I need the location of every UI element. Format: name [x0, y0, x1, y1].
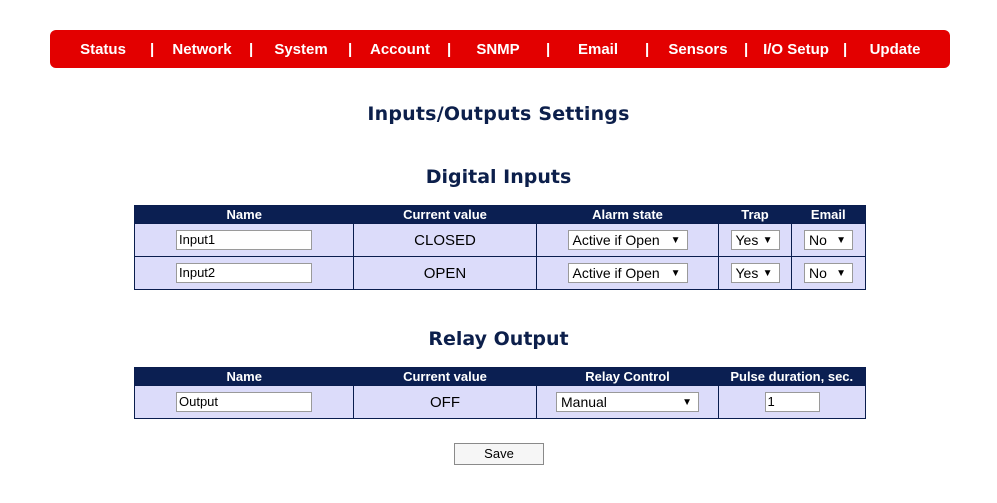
- nav-system[interactable]: System: [266, 30, 336, 68]
- column-header: Current value: [353, 205, 537, 224]
- column-header: Name: [134, 367, 354, 386]
- table-row: Input1 CLOSED Active if Open ▼ Yes ▼ No …: [134, 223, 866, 257]
- column-header: Trap: [718, 205, 792, 224]
- pulse-duration-cell: 1: [718, 385, 866, 419]
- nav-sensors[interactable]: Sensors: [662, 30, 734, 68]
- relay-control-cell: Manual ▼: [536, 385, 719, 419]
- alarm-state-cell: Active if Open ▼: [536, 256, 719, 290]
- name-cell: Output: [134, 385, 354, 419]
- trap-cell: Yes ▼: [718, 256, 792, 290]
- column-header: Pulse duration, sec.: [718, 367, 866, 386]
- alarm-state-cell: Active if Open ▼: [536, 223, 719, 257]
- dropdown-arrow-icon: ▼: [762, 235, 773, 246]
- email-cell: No ▼: [791, 223, 866, 257]
- nav-separator: |: [645, 41, 650, 58]
- dropdown-arrow-icon: ▼: [836, 235, 846, 246]
- email-value: No: [809, 265, 827, 281]
- input-name-field[interactable]: Input2: [176, 263, 312, 283]
- email-value: No: [809, 232, 827, 248]
- name-cell: Input1: [134, 223, 354, 257]
- relay-control-select[interactable]: Manual ▼: [556, 392, 699, 412]
- nav-update[interactable]: Update: [862, 30, 928, 68]
- trap-select[interactable]: Yes ▼: [730, 230, 780, 250]
- output-name-field[interactable]: Output: [176, 392, 312, 412]
- nav-network[interactable]: Network: [166, 30, 238, 68]
- relay-output-title: Relay Output: [428, 328, 569, 350]
- alarm-state-select[interactable]: Active if Open ▼: [567, 263, 688, 283]
- alarm-state-select[interactable]: Active if Open ▼: [567, 230, 688, 250]
- alarm-state-value: Active if Open: [572, 232, 660, 248]
- nav-separator: |: [249, 41, 254, 58]
- nav-status[interactable]: Status: [72, 30, 134, 68]
- table-row: Input2 OPEN Active if Open ▼ Yes ▼ No ▼: [134, 256, 866, 290]
- table-header-row: Name Current value Relay Control Pulse d…: [134, 367, 866, 386]
- dropdown-arrow-icon: ▼: [762, 268, 773, 279]
- nav-account[interactable]: Account: [364, 30, 436, 68]
- email-select[interactable]: No ▼: [804, 230, 853, 250]
- page-title: Inputs/Outputs Settings: [367, 103, 630, 125]
- email-cell: No ▼: [791, 256, 866, 290]
- nav-io-setup[interactable]: I/O Setup: [756, 30, 836, 68]
- name-cell: Input2: [134, 256, 354, 290]
- relay-output-table: Name Current value Relay Control Pulse d…: [134, 367, 866, 419]
- current-value-cell: OPEN: [353, 256, 537, 290]
- trap-cell: Yes ▼: [718, 223, 792, 257]
- nav-separator: |: [843, 41, 848, 58]
- digital-inputs-title: Digital Inputs: [425, 166, 572, 188]
- save-button[interactable]: Save: [454, 443, 544, 465]
- pulse-duration-field[interactable]: 1: [764, 392, 820, 412]
- column-header: Alarm state: [536, 205, 719, 224]
- nav-separator: |: [744, 41, 749, 58]
- dropdown-arrow-icon: ▼: [670, 268, 681, 279]
- relay-control-value: Manual: [561, 394, 607, 410]
- alarm-state-value: Active if Open: [572, 265, 660, 281]
- table-row: Output OFF Manual ▼ 1: [134, 385, 866, 419]
- input-name-field[interactable]: Input1: [176, 230, 312, 250]
- dropdown-arrow-icon: ▼: [836, 268, 846, 279]
- nav-separator: |: [447, 41, 452, 58]
- trap-value: Yes: [735, 265, 759, 281]
- column-header: Email: [791, 205, 866, 224]
- dropdown-arrow-icon: ▼: [682, 397, 692, 408]
- column-header: Current value: [353, 367, 537, 386]
- main-nav: Status | Network | System | Account | SN…: [50, 30, 950, 68]
- nav-separator: |: [348, 41, 353, 58]
- nav-separator: |: [546, 41, 551, 58]
- digital-inputs-table: Name Current value Alarm state Trap Emai…: [134, 205, 866, 290]
- column-header: Relay Control: [536, 367, 719, 386]
- current-value-cell: CLOSED: [353, 223, 537, 257]
- current-value-cell: OFF: [353, 385, 537, 419]
- column-header: Name: [134, 205, 354, 224]
- table-header-row: Name Current value Alarm state Trap Emai…: [134, 205, 866, 224]
- nav-snmp[interactable]: SNMP: [470, 30, 526, 68]
- dropdown-arrow-icon: ▼: [670, 235, 681, 246]
- nav-email[interactable]: Email: [570, 30, 626, 68]
- trap-value: Yes: [735, 232, 759, 248]
- nav-separator: |: [150, 41, 155, 58]
- trap-select[interactable]: Yes ▼: [730, 263, 780, 283]
- email-select[interactable]: No ▼: [804, 263, 853, 283]
